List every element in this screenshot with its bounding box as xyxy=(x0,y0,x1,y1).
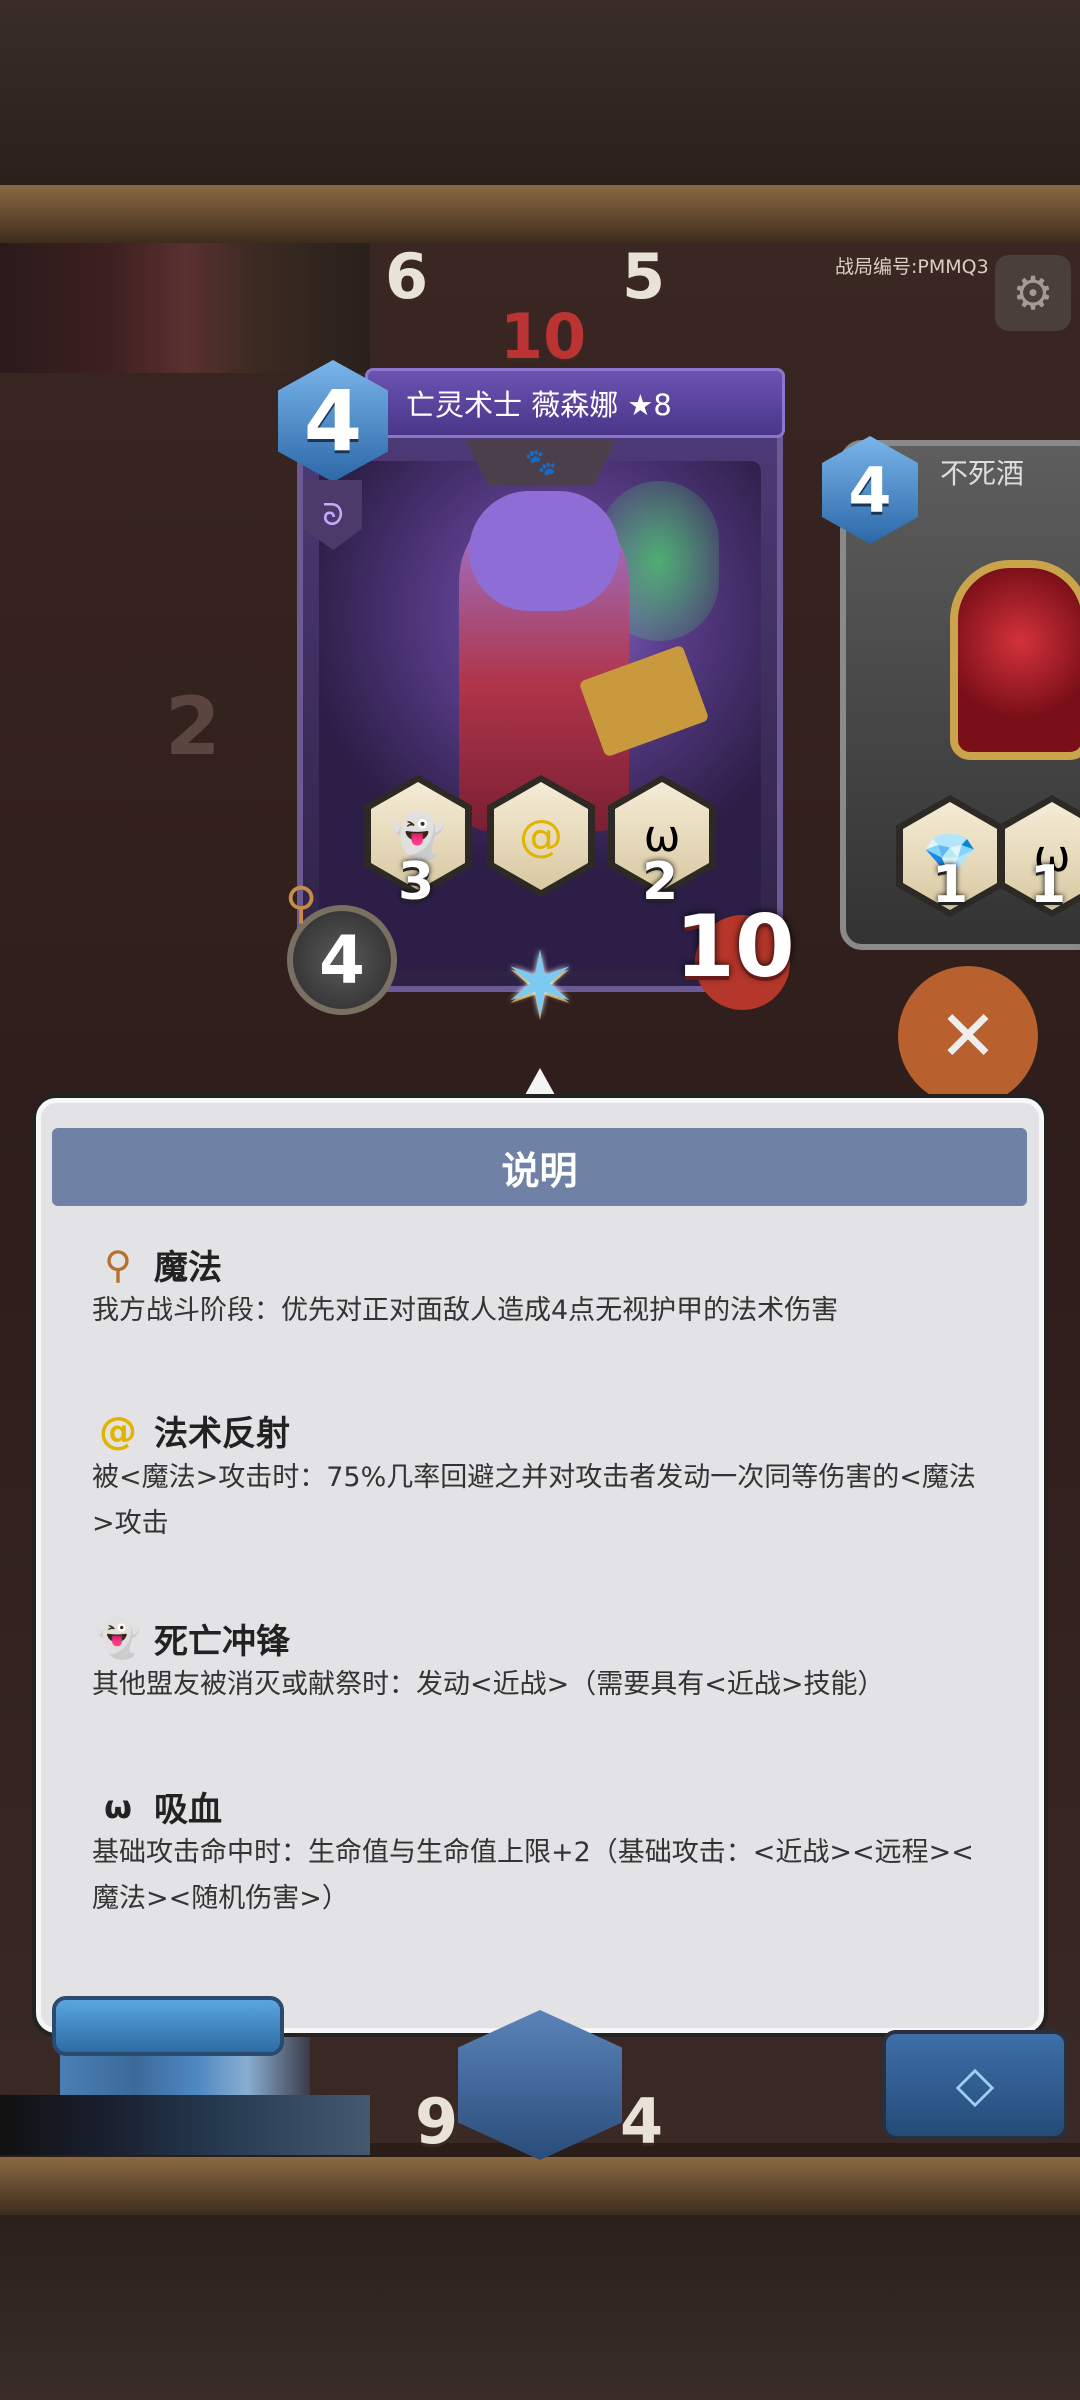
card-stack-icon: ⬦ xyxy=(955,2052,995,2117)
match-id: 战局编号:PMMQ3 xyxy=(835,256,989,278)
enemy-stat-center: 10 xyxy=(500,300,587,373)
settings-button[interactable]: ⚙ xyxy=(995,255,1071,331)
spiral-icon: @ xyxy=(494,782,588,890)
necromancer-hair xyxy=(469,491,619,611)
section-desc-lifesteal: 基础攻击命中时：生命值与生命值上限+2（基础攻击：<近战><远程><魔法><随机… xyxy=(92,1837,974,1914)
section-title-lifesteal: ⍵ 吸血 xyxy=(94,1782,222,1831)
player-name-pixelated xyxy=(0,2095,370,2155)
hero-name-ribbon: 亡灵术士 薇森娜 ★8 xyxy=(365,368,785,438)
side-card-title: 不死酒 xyxy=(940,457,1025,490)
star-emblem-icon: ✶ xyxy=(502,932,578,1038)
staff-icon: ⚲ xyxy=(104,1242,132,1287)
goblet-art xyxy=(950,560,1080,760)
enemy-stat-left: 6 xyxy=(385,240,429,313)
deck-button[interactable]: ⬦ xyxy=(882,2030,1068,2140)
hero-name: 亡灵术士 薇森娜 ★8 xyxy=(406,388,672,422)
bottom-background xyxy=(0,2215,1080,2400)
ally-stat-left: 9 xyxy=(415,2085,459,2158)
ghost-icon: 👻 xyxy=(94,1616,142,1660)
skill-death-charge-count: 3 xyxy=(398,852,435,912)
crossed-swords-icon[interactable]: ✕ xyxy=(898,966,1038,1106)
opponent-avatar-pixelated xyxy=(0,243,370,373)
section-desc-death-charge: 其他盟友被消灭或献祭时：发动<近战>（需要具有<近战>技能） xyxy=(92,1669,885,1700)
section-title-magic: ⚲ 魔法 xyxy=(94,1240,222,1289)
fang-icon: ⍵ xyxy=(104,1787,132,1826)
ally-stat-right: 4 xyxy=(620,2085,664,2158)
skill-lifesteal-count: 2 xyxy=(642,852,679,912)
side-skill-count: 1 xyxy=(1030,855,1067,915)
side-skill-count: 1 xyxy=(932,855,969,915)
section-title-text: 魔法 xyxy=(154,1248,222,1288)
bottom-wood-rail xyxy=(0,2157,1080,2215)
section-title-spell-reflect: @ 法术反射 xyxy=(94,1406,290,1455)
spiral-icon: @ xyxy=(99,1408,137,1453)
section-title-text: 吸血 xyxy=(154,1790,222,1830)
top-background xyxy=(0,0,1080,185)
section-desc-magic: 我方战斗阶段：优先对正对面敌人造成4点无视护甲的法术伤害 xyxy=(92,1295,839,1326)
section-title-text: 死亡冲锋 xyxy=(154,1622,290,1662)
dialog-header: 说明 xyxy=(52,1128,1027,1206)
top-wood-rail xyxy=(0,185,1080,243)
section-desc-spell-reflect: 被<魔法>攻击时：75%几率回避之并对攻击者发动一次同等伤害的<魔法>攻击 xyxy=(92,1462,976,1539)
lane-number: 2 xyxy=(165,680,221,773)
hero-health: 10 xyxy=(675,897,795,997)
section-title-death-charge: 👻 死亡冲锋 xyxy=(94,1614,290,1663)
enemy-stat-right: 5 xyxy=(622,240,666,313)
staff-icon: ⚲ xyxy=(285,878,318,929)
gear-icon: ⚙ xyxy=(1012,266,1054,320)
section-title-text: 法术反射 xyxy=(154,1414,290,1454)
paw-icon: 🐾 xyxy=(466,440,616,486)
player-panel-button[interactable] xyxy=(52,1996,284,2056)
